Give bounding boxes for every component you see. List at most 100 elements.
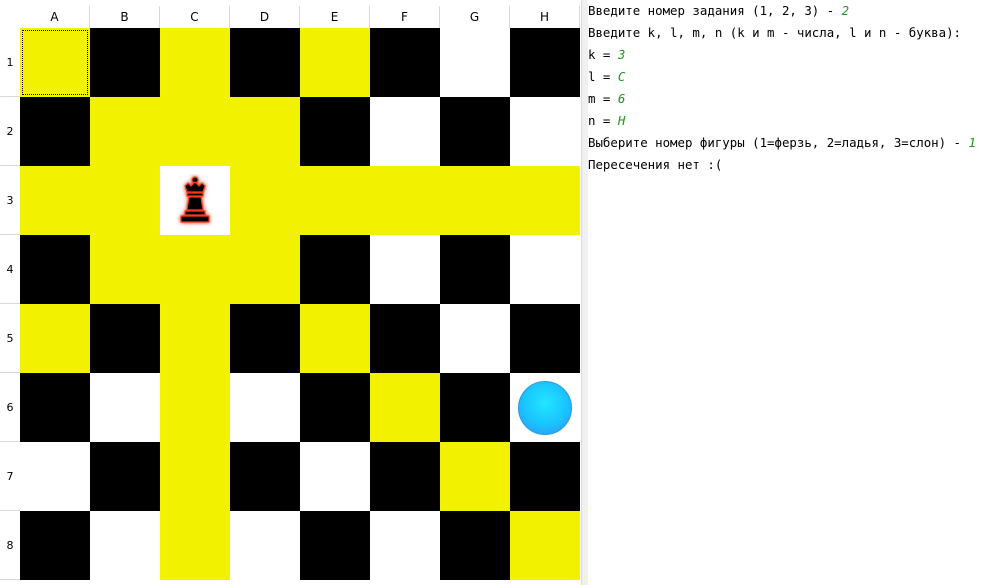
console-user-input: 3: [617, 47, 626, 62]
board-cell-c7[interactable]: [160, 442, 230, 511]
board-cell-c3[interactable]: [160, 166, 230, 235]
board-cell-b6[interactable]: [90, 373, 160, 442]
row-label-3: 3: [0, 166, 20, 235]
board-cell-g4[interactable]: [440, 235, 510, 304]
column-label-e: E: [300, 6, 370, 28]
board-cell-g8[interactable]: [440, 511, 510, 580]
console-prompt-text: Введите k, l, m, n (k и m - числа, l и n…: [588, 25, 961, 40]
chess-queen-icon[interactable]: [168, 174, 222, 228]
board-cell-a7[interactable]: [20, 442, 90, 511]
board-cell-b7[interactable]: [90, 442, 160, 511]
row-label-5: 5: [0, 304, 20, 373]
console-user-input: C: [617, 69, 626, 84]
row-label-1: 1: [0, 28, 20, 97]
board-cell-f2[interactable]: [370, 97, 440, 166]
board-cell-f1[interactable]: [370, 28, 440, 97]
grid-scroll-edge: [581, 0, 588, 585]
column-label-h: H: [510, 6, 580, 28]
board-cell-f6[interactable]: [370, 373, 440, 442]
board-cell-c8[interactable]: [160, 511, 230, 580]
board-cell-a5[interactable]: [20, 304, 90, 373]
board-cell-h4[interactable]: [510, 235, 580, 304]
row-label-8: 8: [0, 511, 20, 580]
board-cell-f3[interactable]: [370, 166, 440, 235]
board-cell-c2[interactable]: [160, 97, 230, 166]
board-cell-a8[interactable]: [20, 511, 90, 580]
board-cell-h5[interactable]: [510, 304, 580, 373]
console-line: Введите номер задания (1, 2, 3) - 2: [588, 2, 1006, 24]
board-cell-e5[interactable]: [300, 304, 370, 373]
console-prompt-text: l =: [588, 69, 618, 84]
board-cell-a6[interactable]: [20, 373, 90, 442]
board-cell-e6[interactable]: [300, 373, 370, 442]
blue-circle-marker-icon[interactable]: [518, 380, 572, 435]
console-line: l = C: [588, 68, 1006, 90]
column-header: ABCDEFGH: [20, 6, 580, 28]
board-cell-e7[interactable]: [300, 442, 370, 511]
board-cell-d3[interactable]: [230, 166, 300, 235]
console-user-input: 6: [617, 91, 626, 106]
console-prompt-text: k =: [588, 47, 618, 62]
column-label-b: B: [90, 6, 160, 28]
console-prompt-text: Выберите номер фигуры (1=ферзь, 2=ладья,…: [588, 135, 969, 150]
board-cell-b1[interactable]: [90, 28, 160, 97]
chess-board-grid: [20, 28, 580, 580]
board-cell-d8[interactable]: [230, 511, 300, 580]
board-cell-f4[interactable]: [370, 235, 440, 304]
row-header: 12345678: [0, 28, 20, 580]
board-cell-h6[interactable]: [510, 373, 580, 442]
board-cell-c4[interactable]: [160, 235, 230, 304]
board-cell-h1[interactable]: [510, 28, 580, 97]
board-cell-g6[interactable]: [440, 373, 510, 442]
board-cell-c5[interactable]: [160, 304, 230, 373]
board-cell-g7[interactable]: [440, 442, 510, 511]
console-line: Пересечения нет :(: [588, 156, 1006, 178]
console-user-input: 1: [968, 135, 976, 150]
board-cell-b4[interactable]: [90, 235, 160, 304]
board-cell-d1[interactable]: [230, 28, 300, 97]
board-cell-a3[interactable]: [20, 166, 90, 235]
board-cell-h7[interactable]: [510, 442, 580, 511]
board-cell-b2[interactable]: [90, 97, 160, 166]
board-cell-b5[interactable]: [90, 304, 160, 373]
row-label-7: 7: [0, 442, 20, 511]
board-cell-d2[interactable]: [230, 97, 300, 166]
board-cell-d6[interactable]: [230, 373, 300, 442]
board-cell-h3[interactable]: [510, 166, 580, 235]
board-cell-a1[interactable]: [20, 28, 90, 97]
board-cell-h8[interactable]: [510, 511, 580, 580]
board-cell-d7[interactable]: [230, 442, 300, 511]
column-label-g: G: [440, 6, 510, 28]
board-cell-c1[interactable]: [160, 28, 230, 97]
console-user-input: H: [617, 113, 626, 128]
board-cell-f7[interactable]: [370, 442, 440, 511]
column-label-f: F: [370, 6, 440, 28]
board-cell-g5[interactable]: [440, 304, 510, 373]
board-cell-g1[interactable]: [440, 28, 510, 97]
board-cell-c6[interactable]: [160, 373, 230, 442]
console-prompt-text: Введите номер задания (1, 2, 3) -: [588, 3, 842, 18]
board-cell-e2[interactable]: [300, 97, 370, 166]
board-cell-b3[interactable]: [90, 166, 160, 235]
board-cell-e8[interactable]: [300, 511, 370, 580]
console-line: Выберите номер фигуры (1=ферзь, 2=ладья,…: [588, 134, 1006, 156]
column-label-c: C: [160, 6, 230, 28]
board-cell-f8[interactable]: [370, 511, 440, 580]
board-cell-b8[interactable]: [90, 511, 160, 580]
board-cell-e1[interactable]: [300, 28, 370, 97]
console-user-input: 2: [841, 3, 850, 18]
console-prompt-text: m =: [588, 91, 618, 106]
chess-board-panel: ABCDEFGH 12345678: [0, 0, 588, 585]
board-cell-f5[interactable]: [370, 304, 440, 373]
board-cell-a4[interactable]: [20, 235, 90, 304]
console-line: Введите k, l, m, n (k и m - числа, l и n…: [588, 24, 1006, 46]
board-cell-h2[interactable]: [510, 97, 580, 166]
board-cell-g2[interactable]: [440, 97, 510, 166]
board-cell-a2[interactable]: [20, 97, 90, 166]
board-cell-g3[interactable]: [440, 166, 510, 235]
console-line: k = 3: [588, 46, 1006, 68]
board-cell-d5[interactable]: [230, 304, 300, 373]
board-cell-e4[interactable]: [300, 235, 370, 304]
board-cell-d4[interactable]: [230, 235, 300, 304]
board-cell-e3[interactable]: [300, 166, 370, 235]
